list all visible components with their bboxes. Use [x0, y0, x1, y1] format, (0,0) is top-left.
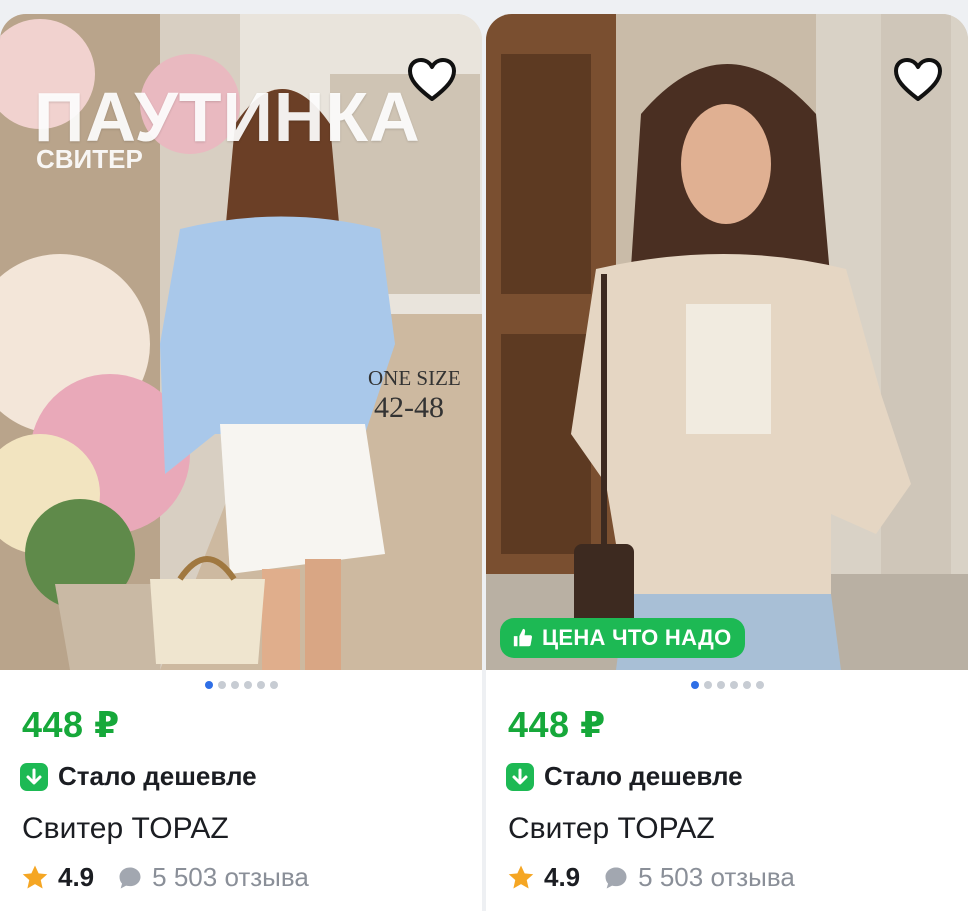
- price: 448 ₽: [22, 704, 120, 745]
- price-drop-label: Стало дешевле: [58, 761, 257, 791]
- product-title[interactable]: Свитер TOPAZ: [22, 812, 229, 846]
- product-card[interactable]: ЦЕНА ЧТО НАДО 448 ₽ Стало дешевле Свитер…: [486, 14, 968, 911]
- reviews-count: 5 503 отзыва: [152, 862, 309, 892]
- rating-value: 4.9: [58, 862, 95, 892]
- rating-row[interactable]: 4.9 5 503 отзыва: [20, 862, 309, 893]
- favorite-button[interactable]: [404, 52, 460, 108]
- carousel-dot[interactable]: [256, 681, 265, 689]
- heart-icon: [408, 58, 456, 101]
- arrow-down-icon: [506, 762, 534, 791]
- price-drop-badge: Стало дешевле: [20, 761, 257, 792]
- chat-bubble-icon: [119, 867, 141, 888]
- carousel-dot[interactable]: [729, 681, 738, 689]
- carousel-dot[interactable]: [703, 681, 712, 689]
- carousel-dot[interactable]: [742, 681, 751, 689]
- price: 448 ₽: [508, 704, 606, 745]
- reviews-count: 5 503 отзыва: [638, 862, 795, 892]
- carousel-dot[interactable]: [243, 681, 252, 689]
- carousel-dot-active[interactable]: [690, 681, 699, 689]
- heart-icon: [894, 58, 942, 101]
- product-photo[interactable]: [486, 14, 968, 670]
- rating-row[interactable]: 4.9 5 503 отзыва: [506, 862, 795, 893]
- carousel-dot[interactable]: [716, 681, 725, 689]
- rating-value: 4.9: [544, 862, 581, 892]
- product-card[interactable]: ПАУТИНКА СВИТЕР ONE SIZE 42-48 448 ₽ Ста…: [0, 14, 482, 911]
- product-photo-illustration: [486, 14, 968, 670]
- carousel-dots: [0, 681, 482, 689]
- promo-label: ЦЕНА ЧТО НАДО: [542, 625, 732, 650]
- carousel-dot[interactable]: [269, 681, 278, 689]
- star-icon: [22, 865, 48, 888]
- product-photo[interactable]: ПАУТИНКА СВИТЕР ONE SIZE 42-48: [0, 14, 482, 670]
- size-label: ONE SIZE: [368, 366, 461, 390]
- size-range: 42-48: [374, 391, 444, 424]
- price-drop-badge: Стало дешевле: [506, 761, 743, 792]
- product-title[interactable]: Свитер TOPAZ: [508, 812, 715, 846]
- promo-badge[interactable]: ЦЕНА ЧТО НАДО: [500, 618, 746, 658]
- carousel-dots: [486, 681, 968, 689]
- carousel-dot[interactable]: [217, 681, 226, 689]
- price-drop-label: Стало дешевле: [544, 761, 743, 791]
- carousel-dot-active[interactable]: [204, 681, 213, 689]
- favorite-button[interactable]: [890, 52, 946, 108]
- carousel-dot[interactable]: [230, 681, 239, 689]
- arrow-down-icon: [20, 762, 48, 791]
- carousel-dot[interactable]: [755, 681, 764, 689]
- thumbs-up-icon: [513, 628, 533, 647]
- brand-watermark: ПАУТИНКА: [34, 78, 421, 156]
- star-icon: [508, 865, 534, 888]
- chat-bubble-icon: [605, 867, 627, 888]
- brand-subtitle: СВИТЕР: [36, 144, 143, 174]
